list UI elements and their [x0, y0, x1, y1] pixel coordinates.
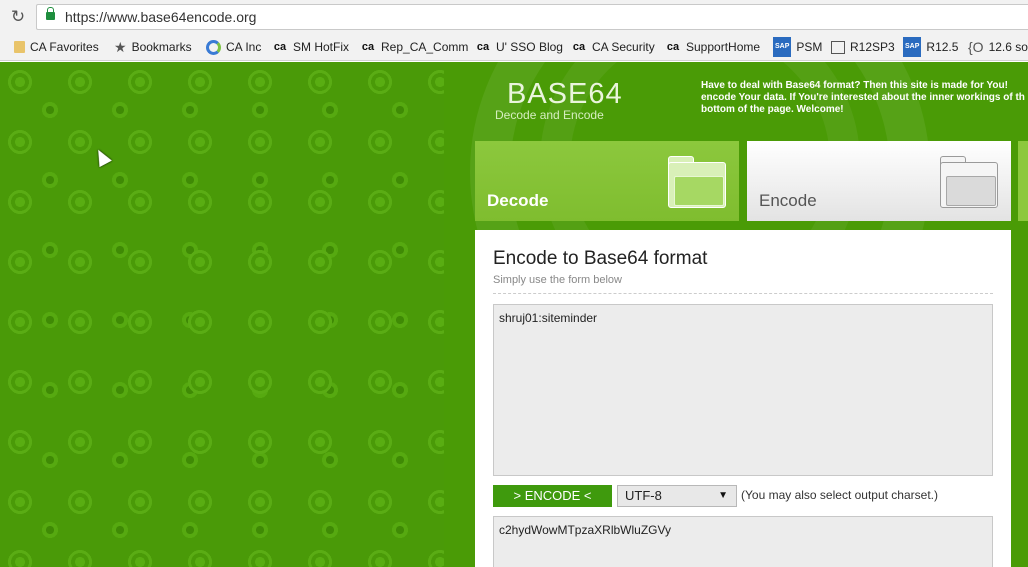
bookmark-psm[interactable]: SAP PSM	[773, 37, 823, 57]
bookmark-ca-favorites[interactable]: CA Favorites	[14, 38, 99, 56]
tab-decode[interactable]: Decode	[475, 141, 739, 221]
bookmark-sm-hotfix[interactable]: ca SM HotFix	[272, 38, 349, 56]
star-icon: ★	[114, 39, 127, 55]
ca-logo-icon: ca	[273, 41, 287, 53]
page-icon	[831, 40, 845, 54]
brace-icon: {O	[968, 39, 984, 55]
folder-icon	[940, 156, 998, 208]
tab-label: Encode	[759, 191, 817, 210]
bookmark-rep-ca-comm[interactable]: ca Rep_CA_Comm	[360, 38, 469, 56]
bookmark-label: CA Favorites	[30, 40, 99, 54]
page-content: BASE64 Decode and Encode Have to deal wi…	[0, 62, 1028, 567]
encode-button[interactable]: > ENCODE <	[493, 485, 612, 507]
ca-logo-icon: ca	[361, 41, 375, 53]
tab-encode[interactable]: Encode	[747, 141, 1011, 221]
url-text[interactable]: https://www.base64encode.org	[65, 9, 256, 25]
ca-logo-icon: ca	[476, 41, 490, 53]
divider	[493, 293, 993, 294]
encode-panel: Encode to Base64 format Simply use the f…	[475, 230, 1011, 567]
bookmark-label: CA Security	[592, 40, 655, 54]
bookmark-sso-blog[interactable]: ca U' SSO Blog	[475, 38, 563, 56]
bookmark-12-6-sou[interactable]: {O 12.6 sou	[968, 38, 1028, 56]
bookmark-label: R12SP3	[850, 40, 895, 54]
site-logo-subtitle: Decode and Encode	[495, 108, 604, 122]
bookmark-label: CA Inc	[226, 40, 262, 54]
panel-subtitle: Simply use the form below	[493, 274, 622, 286]
bookmark-ca-security[interactable]: ca CA Security	[571, 38, 655, 56]
charset-value: UTF-8	[625, 488, 662, 503]
bookmark-label: R12.5	[926, 40, 959, 54]
bookmark-supporthome[interactable]: ca SupportHome	[665, 38, 760, 56]
bookmark-ca-inc[interactable]: CA Inc	[206, 38, 261, 56]
reload-icon[interactable]: ↻	[8, 7, 28, 27]
tab-label: Decode	[487, 191, 549, 210]
bookmark-label: SM HotFix	[293, 40, 350, 54]
site-logo-title[interactable]: BASE64	[507, 78, 623, 111]
bookmark-label: 12.6 sou	[988, 40, 1028, 54]
charset-note: (You may also select output charset.)	[741, 488, 938, 502]
bookmarks-bar: CA Favorites ★ Bookmarks CA Inc ca SM Ho…	[0, 33, 1028, 61]
bookmark-label: SupportHome	[686, 40, 761, 54]
bookmark-r12-5[interactable]: SAP R12.5	[903, 37, 959, 57]
sap-icon: SAP	[773, 37, 792, 57]
ca-inc-icon	[206, 39, 221, 55]
output-textarea[interactable]: c2hydWowMTpzaXRlbWluZGVy	[493, 516, 993, 567]
background-pattern	[0, 62, 444, 567]
address-bar[interactable]: https://www.base64encode.org	[36, 4, 1028, 30]
folder-icon	[668, 156, 726, 208]
bookmark-label: Bookmarks	[131, 40, 192, 54]
bookmark-bookmarks[interactable]: ★ Bookmarks	[114, 38, 192, 56]
ca-logo-icon: ca	[666, 41, 680, 53]
sap-icon: SAP	[903, 37, 922, 57]
bookmark-label: U' SSO Blog	[496, 40, 563, 54]
dropdown-arrow-icon: ▼	[718, 490, 728, 501]
address-bar-row: ↻ https://www.base64encode.org	[0, 0, 1028, 33]
input-textarea[interactable]: shruj01:siteminder	[493, 304, 993, 476]
bookmark-label: PSM	[796, 40, 823, 54]
intro-text: Have to deal with Base64 format? Then th…	[701, 80, 1025, 115]
bookmark-r12sp3[interactable]: R12SP3	[831, 38, 895, 56]
tab-next-edge[interactable]	[1018, 141, 1028, 221]
panel-title: Encode to Base64 format	[493, 248, 708, 269]
ca-logo-icon: ca	[572, 41, 586, 53]
bookmark-label: Rep_CA_Comm	[381, 40, 469, 54]
lock-icon	[46, 7, 55, 20]
folder-icon	[14, 41, 25, 53]
charset-select[interactable]: UTF-8 ▼	[617, 485, 737, 507]
